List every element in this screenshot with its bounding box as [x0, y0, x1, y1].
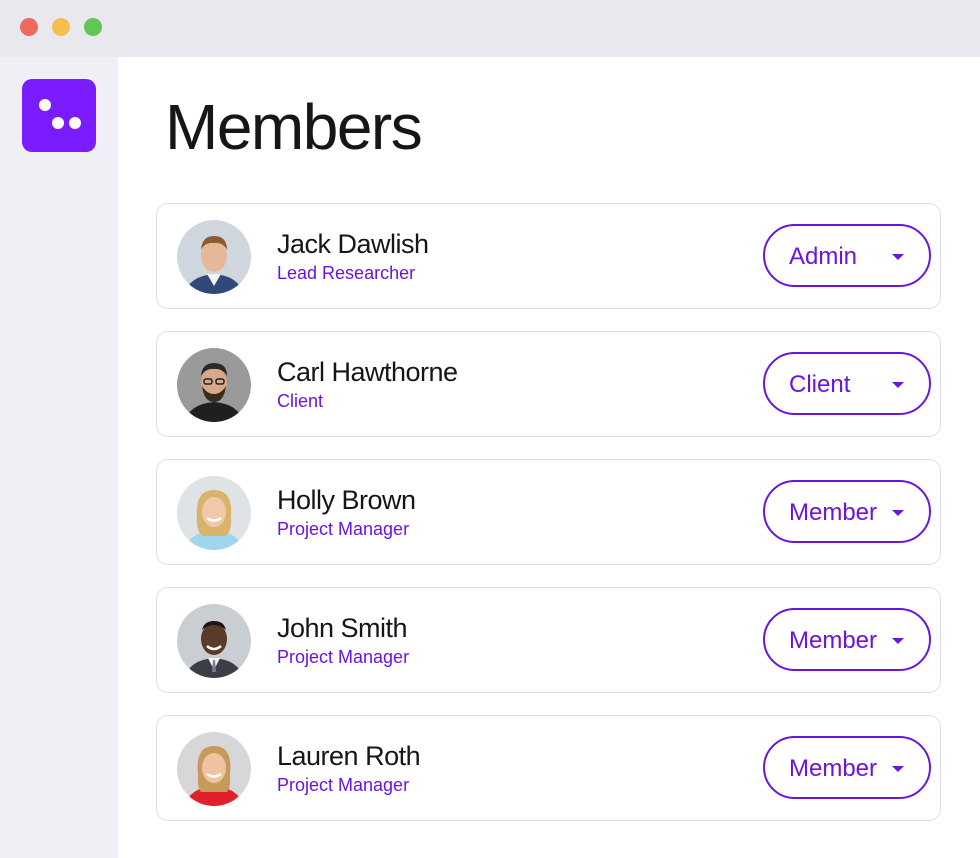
permission-dropdown[interactable]: Member — [763, 608, 931, 671]
chevron-down-icon — [892, 766, 904, 772]
close-window-button[interactable] — [20, 18, 38, 36]
member-role: Project Manager — [277, 647, 410, 667]
member-card: Jack Dawlish Lead Researcher Admin — [156, 203, 941, 309]
member-role: Lead Researcher — [277, 263, 416, 283]
maximize-window-button[interactable] — [84, 18, 102, 36]
sidebar — [0, 57, 118, 858]
member-role: Project Manager — [277, 775, 410, 795]
window-titlebar — [0, 0, 980, 57]
avatar — [177, 220, 251, 294]
minimize-window-button[interactable] — [52, 18, 70, 36]
member-card: Holly Brown Project Manager Member — [156, 459, 941, 565]
permission-value: Admin — [789, 243, 858, 270]
chevron-down-icon — [892, 254, 904, 260]
permission-value: Member — [789, 499, 878, 526]
member-card: Carl Hawthorne Client Client — [156, 331, 941, 437]
logo-dot — [69, 117, 81, 129]
permission-dropdown[interactable]: Member — [763, 736, 931, 799]
member-name: Jack Dawlish — [277, 229, 429, 259]
page-title: Members — [165, 91, 423, 163]
logo-dot — [52, 117, 64, 129]
avatar — [177, 732, 251, 806]
permission-value: Client — [789, 371, 851, 398]
members-list: Jack Dawlish Lead Researcher Admin Carl … — [156, 203, 941, 843]
app-logo-icon[interactable] — [22, 79, 96, 152]
avatar — [177, 476, 251, 550]
member-name: Carl Hawthorne — [277, 357, 458, 387]
permission-dropdown[interactable]: Member — [763, 480, 931, 543]
permission-value: Member — [789, 627, 878, 654]
member-role: Client — [277, 391, 324, 411]
chevron-down-icon — [892, 638, 904, 644]
logo-dot — [39, 99, 51, 111]
avatar — [177, 348, 251, 422]
permission-value: Member — [789, 755, 878, 782]
permission-dropdown[interactable]: Admin — [763, 224, 931, 287]
member-role: Project Manager — [277, 519, 410, 539]
avatar — [177, 604, 251, 678]
chevron-down-icon — [892, 510, 904, 516]
member-card: John Smith Project Manager Member — [156, 587, 941, 693]
member-name: Holly Brown — [277, 485, 416, 515]
member-name: John Smith — [277, 613, 408, 643]
member-name: Lauren Roth — [277, 741, 421, 771]
chevron-down-icon — [892, 382, 904, 388]
member-card: Lauren Roth Project Manager Member — [156, 715, 941, 821]
permission-dropdown[interactable]: Client — [763, 352, 931, 415]
